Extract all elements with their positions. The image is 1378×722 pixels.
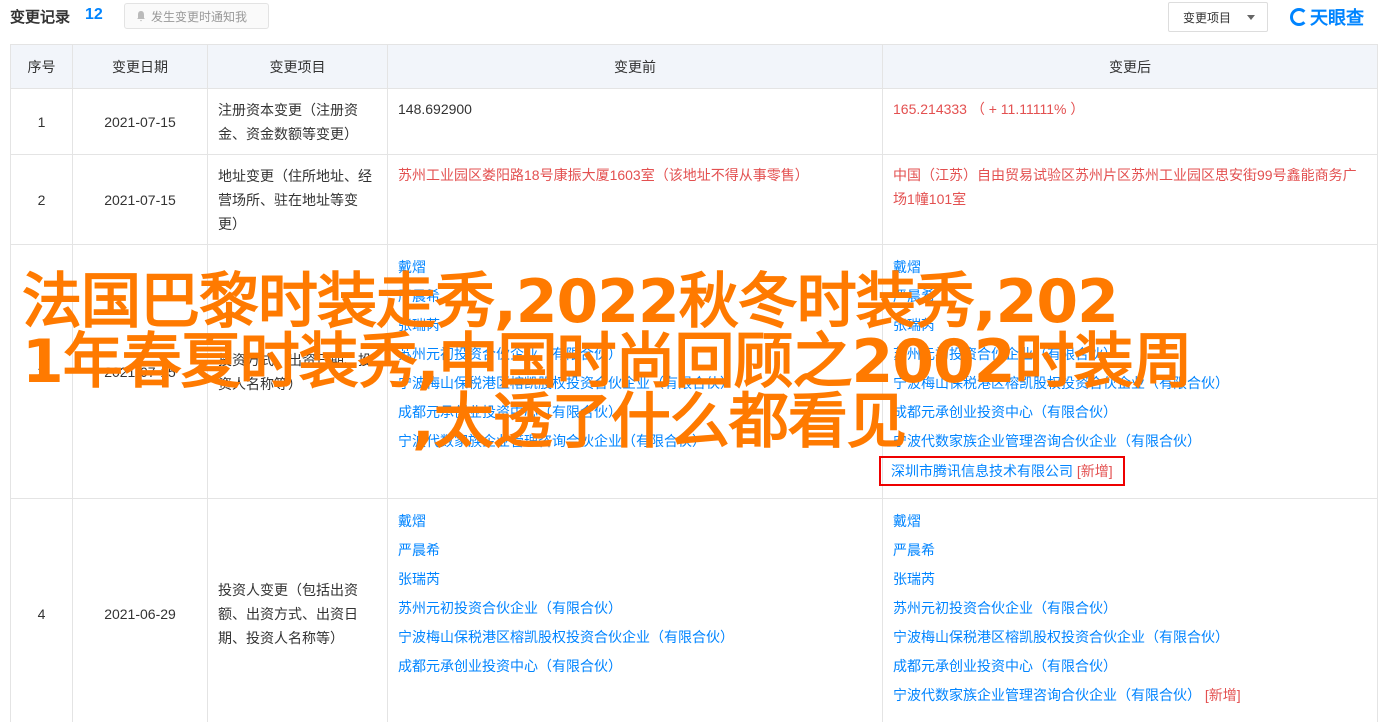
investor-link[interactable]: 宁波梅山保税港区榕凯股权投资合伙企业（有限合伙） bbox=[893, 369, 1367, 398]
investor-link[interactable]: 苏州元初投资合伙企业（有限合伙） bbox=[398, 594, 872, 623]
investor-link[interactable]: 苏州元初投资合伙企业（有限合伙） bbox=[893, 340, 1367, 369]
table-row: 4 2021-06-29 投资人变更（包括出资额、出资方式、出资日期、投资人名称… bbox=[10, 498, 1378, 722]
investor-link[interactable]: 严晨希 bbox=[893, 536, 1367, 565]
col-header-before: 变更前 bbox=[387, 44, 883, 89]
highlight-box: 深圳市腾讯信息技术有限公司 [新增] bbox=[879, 456, 1125, 486]
row-index: 1 bbox=[10, 88, 73, 155]
investor-link[interactable]: 戴熠 bbox=[398, 253, 872, 282]
new-tag-text: 新增 bbox=[1208, 687, 1237, 703]
col-header-item: 变更项目 bbox=[207, 44, 388, 89]
row-before: 戴熠 严晨希 张瑞芮 苏州元初投资合伙企业（有限合伙） 宁波梅山保税港区榕凯股权… bbox=[387, 498, 883, 722]
row-index: 3 bbox=[10, 244, 73, 499]
col-header-date: 变更日期 bbox=[72, 44, 208, 89]
row-after: 165.214333 （ + 11.11111% ） bbox=[882, 88, 1378, 155]
investor-link[interactable]: 成都元承创业投资中心（有限合伙） bbox=[398, 398, 872, 427]
investor-link[interactable]: 张瑞芮 bbox=[893, 565, 1367, 594]
row-after: 戴熠 严晨希 张瑞芮 苏州元初投资合伙企业（有限合伙） 宁波梅山保税港区榕凯股权… bbox=[879, 244, 1378, 499]
table-row: 2 2021-07-15 地址变更（住所地址、经营场所、驻在地址等变更） 苏州工… bbox=[10, 154, 1378, 245]
row-item: 投资方式、出资日期、投资人名称等） bbox=[207, 244, 388, 499]
new-investor-line: 宁波代数家族企业管理咨询合伙企业（有限合伙） [新增] bbox=[893, 681, 1367, 710]
investor-link[interactable]: 宁波代数家族企业管理咨询合伙企业（有限合伙） bbox=[893, 687, 1201, 703]
row-item: 投资人变更（包括出资额、出资方式、出资日期、投资人名称等） bbox=[207, 498, 388, 722]
record-count: 12 bbox=[85, 6, 103, 23]
investor-link[interactable]: 张瑞芮 bbox=[398, 565, 872, 594]
new-tag: [新增] bbox=[1204, 687, 1241, 703]
notify-label: 发生变更时通知我 bbox=[151, 9, 248, 24]
row-before: 148.692900 bbox=[387, 88, 883, 155]
investor-link[interactable]: 苏州元初投资合伙企业（有限合伙） bbox=[893, 594, 1367, 623]
investor-link[interactable]: 宁波代数家族企业管理咨询合伙企业（有限合伙） bbox=[893, 427, 1367, 456]
investor-link[interactable]: 张瑞芮 bbox=[398, 311, 872, 340]
row-date: 2021-07-15 bbox=[72, 88, 208, 155]
col-header-index: 序号 bbox=[10, 44, 73, 89]
header-bar: 变更记录 12 发生变更时通知我 变更项目 天眼查 bbox=[0, 0, 1378, 40]
investor-link[interactable]: 宁波梅山保税港区榕凯股权投资合伙企业（有限合伙） bbox=[398, 623, 872, 652]
investor-link[interactable]: 成都元承创业投资中心（有限合伙） bbox=[893, 398, 1367, 427]
investor-link[interactable]: 成都元承创业投资中心（有限合伙） bbox=[893, 652, 1367, 681]
change-record-table: 序号 变更日期 变更项目 变更前 变更后 1 2021-07-15 注册资本变更… bbox=[10, 44, 1378, 722]
investor-link[interactable]: 戴熠 bbox=[398, 507, 872, 536]
new-tag: [新增] bbox=[1076, 463, 1113, 479]
row-index: 4 bbox=[10, 498, 73, 722]
row-index: 2 bbox=[10, 154, 73, 245]
investor-link[interactable]: 成都元承创业投资中心（有限合伙） bbox=[398, 652, 872, 681]
row-before: 戴熠 严晨希 张瑞芮 苏州元初投资合伙企业（有限合伙） 宁波梅山保税港区榕凯股权… bbox=[387, 244, 883, 499]
investor-link[interactable]: 戴熠 bbox=[893, 253, 1367, 282]
logo-icon bbox=[1290, 8, 1308, 26]
brand-logo[interactable]: 天眼查 bbox=[1290, 4, 1364, 30]
row-before: 苏州工业园区娄阳路18号康振大厦1603室（该地址不得从事零售） bbox=[387, 154, 883, 245]
investor-link[interactable]: 戴熠 bbox=[893, 507, 1367, 536]
investor-link[interactable]: 宁波梅山保税港区榕凯股权投资合伙企业（有限合伙） bbox=[893, 623, 1367, 652]
investor-link[interactable]: 严晨希 bbox=[893, 282, 1367, 311]
filter-select[interactable]: 变更项目 bbox=[1168, 2, 1268, 32]
filter-label: 变更项目 bbox=[1183, 10, 1232, 25]
investor-link[interactable]: 宁波梅山保税港区榕凯股权投资合伙企业（有限合伙） bbox=[398, 369, 872, 398]
table-row: 1 2021-07-15 注册资本变更（注册资金、资金数额等变更） 148.69… bbox=[10, 88, 1378, 155]
row-item: 注册资本变更（注册资金、资金数额等变更） bbox=[207, 88, 388, 155]
row-item: 地址变更（住所地址、经营场所、驻在地址等变更） bbox=[207, 154, 388, 245]
table-row: 3 2021-07-15 投资方式、出资日期、投资人名称等） 戴熠 严晨希 张瑞… bbox=[10, 244, 1378, 499]
row-date: 2021-06-29 bbox=[72, 498, 208, 722]
bell-icon bbox=[137, 11, 145, 22]
chevron-down-icon bbox=[1247, 15, 1255, 20]
investor-link[interactable]: 张瑞芮 bbox=[893, 311, 1367, 340]
new-investor-line: 深圳市腾讯信息技术有限公司 [新增] bbox=[879, 456, 1367, 486]
col-header-after: 变更后 bbox=[882, 44, 1378, 89]
notify-button[interactable]: 发生变更时通知我 bbox=[124, 3, 269, 29]
page-title: 变更记录 bbox=[10, 9, 71, 26]
investor-link[interactable]: 苏州元初投资合伙企业（有限合伙） bbox=[398, 340, 872, 369]
investor-link[interactable]: 严晨希 bbox=[398, 282, 872, 311]
investor-link[interactable]: 深圳市腾讯信息技术有限公司 bbox=[891, 463, 1073, 479]
row-after: 戴熠 严晨希 张瑞芮 苏州元初投资合伙企业（有限合伙） 宁波梅山保税港区榕凯股权… bbox=[882, 498, 1378, 722]
investor-link[interactable]: 宁波代数家族企业管理咨询合伙企业（有限合伙） bbox=[398, 427, 872, 456]
row-date: 2021-07-15 bbox=[72, 154, 208, 245]
table-header-row: 序号 变更日期 变更项目 变更前 变更后 bbox=[10, 44, 1378, 89]
row-after: 中国（江苏）自由贸易试验区苏州片区苏州工业园区思安街99号鑫能商务广场1幢101… bbox=[882, 154, 1378, 245]
investor-link[interactable]: 严晨希 bbox=[398, 536, 872, 565]
brand-name: 天眼查 bbox=[1310, 8, 1364, 28]
row-date: 2021-07-15 bbox=[72, 244, 208, 499]
